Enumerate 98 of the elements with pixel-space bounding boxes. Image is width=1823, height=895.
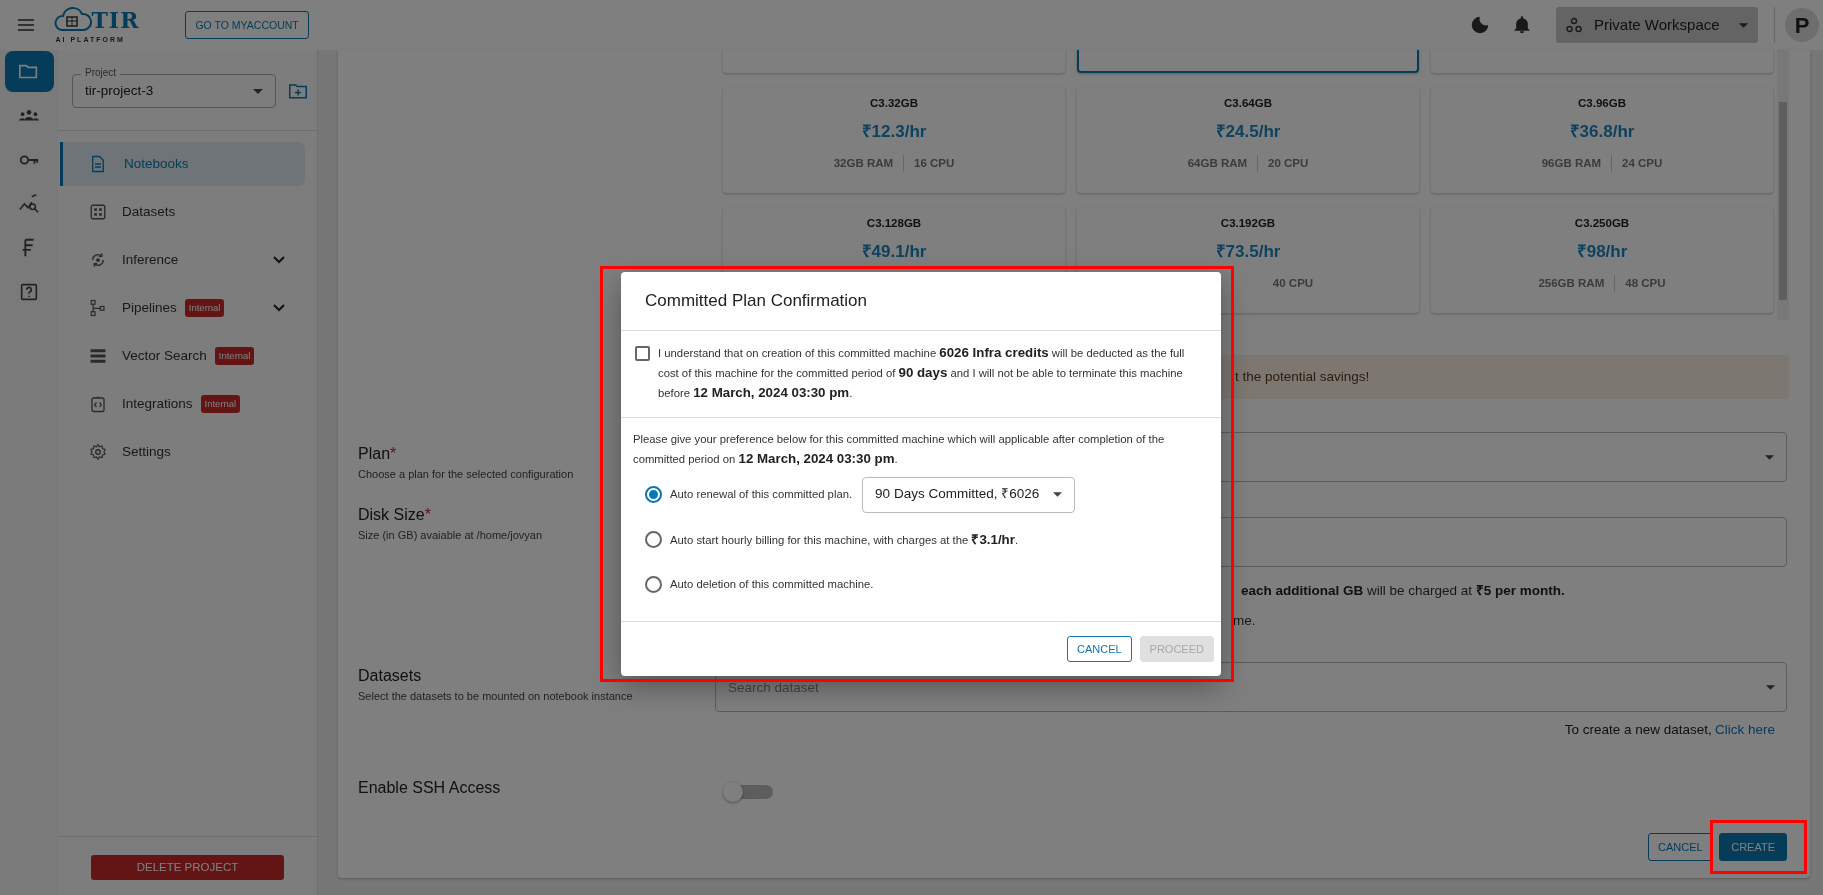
option-label: Auto deletion of this committed machine.: [670, 577, 874, 592]
preference-text: Please give your preference below for this committed machine which will applicable after completion of the committed period on 12 March, 2024 03:30 pm.: [633, 432, 1166, 468]
plan-card[interactable]: C3.32GB ₹12.3/hr 32GB RAM 16 CPU: [723, 87, 1065, 193]
plan-ram: 64GB RAM: [1187, 155, 1248, 171]
nav-item[interactable]: Integrations Internal: [60, 382, 305, 426]
settings-icon: [89, 443, 107, 461]
internal-badge: Internal: [184, 298, 225, 318]
plan-card[interactable]: C3.250GB ₹98/hr 256GB RAM 48 CPU: [1431, 207, 1773, 313]
plan-cpu: 16 CPU: [903, 154, 955, 172]
disk-note: each additional GB will be charged at ₹5 per month.: [1241, 581, 1566, 600]
option-label: Auto start hourly billing for this machine, with charges at the ₹3.1/hr.: [670, 530, 1019, 549]
nav-label: Datasets: [122, 202, 176, 221]
workspace-dropdown[interactable]: Private Workspace: [1556, 7, 1758, 43]
create-dataset-text: To create a new dataset,: [1564, 721, 1712, 740]
nav-item[interactable]: Settings: [60, 430, 305, 474]
field-hint: Choose a plan for the selected configuration: [358, 467, 574, 483]
caret-icon: [1766, 685, 1775, 691]
caret-icon: [1053, 492, 1063, 497]
nav-label: Pipelines: [122, 298, 177, 317]
document-icon: [89, 155, 107, 173]
plan-card[interactable]: C3.64GB ₹24.5/hr 64GB RAM 20 CPU: [1077, 87, 1419, 193]
internal-badge: Internal: [200, 394, 241, 414]
internal-badge: Internal: [214, 346, 255, 366]
plan-price: ₹49.1/hr: [861, 241, 927, 264]
agree-checkbox[interactable]: [635, 346, 650, 361]
moon-icon[interactable]: [1469, 14, 1491, 36]
caret-icon: [253, 88, 263, 94]
caret-icon: [1765, 454, 1774, 460]
ssh-toggle[interactable]: [725, 785, 773, 800]
create-button[interactable]: CREATE: [1719, 832, 1787, 862]
list-icon: [89, 347, 107, 365]
dialog-title: Committed Plan Confirmation: [621, 272, 1221, 331]
field-hint: Select the datasets to be mounted on notebook instance: [358, 689, 633, 705]
field-label: Enable SSH Access: [358, 778, 501, 798]
plan-cpu: 20 CPU: [1257, 154, 1309, 172]
plan-name: C3.128GB: [866, 216, 922, 231]
nav-label: Inference: [122, 250, 179, 269]
nav-item[interactable]: Datasets: [60, 190, 305, 234]
plan-name: C3.250GB: [1574, 216, 1630, 231]
logo-title: TIR: [91, 9, 140, 31]
grid-icon: [89, 203, 107, 221]
plan-price: ₹98/hr: [1576, 241, 1628, 264]
rail-button[interactable]: [4, 51, 54, 92]
nav-item[interactable]: Pipelines Internal: [60, 286, 305, 330]
plan-cpu: 24 CPU: [1611, 154, 1663, 172]
caret-icon: [1739, 22, 1748, 28]
plan-card[interactable]: [1077, 50, 1419, 73]
nodes-icon: [1566, 17, 1582, 33]
plan-card[interactable]: C3.96GB ₹36.8/hr 96GB RAM 24 CPU: [1431, 87, 1773, 193]
cloud-chip-icon: [53, 6, 92, 34]
click-here-link[interactable]: Click here: [1714, 720, 1775, 741]
menu-icon[interactable]: [18, 19, 34, 31]
plan-name: C3.64GB: [1224, 96, 1272, 111]
plan-price: ₹73.5/hr: [1215, 241, 1281, 264]
plan-select[interactable]: 90 Days Committed, ₹6026: [862, 476, 1076, 513]
savings-banner-text: t the potential savings!: [1235, 367, 1370, 386]
bell-icon[interactable]: [1512, 14, 1532, 36]
field-label: Datasets: [358, 666, 422, 686]
plan-cpu: 40 CPU: [1272, 275, 1314, 291]
plan-price: ₹24.5/hr: [1215, 121, 1281, 144]
avatar[interactable]: P: [1785, 8, 1819, 42]
scrollbar[interactable]: [1777, 50, 1789, 320]
plan-price: ₹12.3/hr: [861, 121, 927, 144]
radio-button[interactable]: [645, 486, 662, 503]
code-clipboard-icon: [89, 395, 107, 413]
nav-item[interactable]: Notebooks: [60, 142, 305, 186]
nav-item[interactable]: Vector Search Internal: [60, 334, 305, 378]
account-button[interactable]: GO TO MYACCOUNT: [185, 10, 309, 40]
field-label: Plan*: [358, 444, 397, 464]
nav-label: Integrations: [122, 394, 193, 413]
cancel-button[interactable]: CANCEL: [1648, 832, 1713, 862]
plan-cpu: 48 CPU: [1614, 274, 1666, 292]
plan-ram: 96GB RAM: [1541, 155, 1602, 171]
nav-label: Vector Search: [122, 346, 207, 365]
field-hint: Size (in GB) avaiable at /home/jovyan: [358, 527, 543, 543]
plan-name: C3.192GB: [1220, 216, 1276, 231]
dialog-cancel-button[interactable]: CANCEL: [1066, 636, 1132, 662]
field-label: Disk Size*: [358, 504, 431, 524]
radio-button[interactable]: [645, 531, 662, 548]
nav-label: Notebooks: [124, 154, 189, 173]
project-label: Project: [81, 66, 121, 80]
flow-icon: [89, 299, 107, 317]
delete-project-button[interactable]: DELETE PROJECT: [91, 855, 284, 880]
project-value: tir-project-3: [85, 81, 154, 100]
chart-search-icon: [18, 192, 40, 215]
plan-ram: 32GB RAM: [833, 155, 894, 171]
plan-name: C3.32GB: [870, 96, 918, 111]
folder-plus-icon[interactable]: [288, 83, 307, 99]
disk-note-tail: me.: [1233, 612, 1256, 628]
option-label: Auto renewal of this committed plan.: [670, 487, 853, 502]
agreement-text: I understand that on creation of this committed machine 6026 Infra credits will be deducted as the full cost of this machine for the committed period of 90 days and I will not be able to terminate this machine before 12 March, 2024 03:30 pm.: [658, 344, 1186, 402]
nav-label: Settings: [122, 442, 171, 461]
plan-name: C3.96GB: [1578, 96, 1626, 111]
plan-ram: 256GB RAM: [1538, 275, 1605, 291]
nav-item[interactable]: Inference: [60, 238, 305, 282]
radio-button[interactable]: [645, 576, 662, 593]
cycle-icon: [89, 251, 107, 269]
plan-price: ₹36.8/hr: [1569, 121, 1635, 144]
